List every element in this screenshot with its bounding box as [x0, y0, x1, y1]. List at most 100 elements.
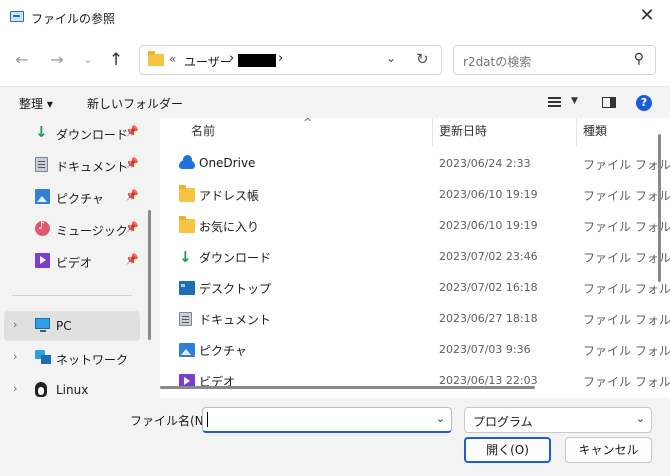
- expand-chevron-icon[interactable]: ›: [13, 318, 17, 331]
- up-arrow-icon[interactable]: ↑: [104, 48, 128, 72]
- filename-history-chevron-icon[interactable]: ⌄: [436, 412, 445, 425]
- file-type-filter-value: プログラム: [473, 415, 533, 429]
- recent-locations-chevron-icon[interactable]: ⌄: [76, 48, 100, 72]
- sidebar-item-label: ピクチャ: [56, 192, 104, 206]
- sidebar-item-label: Linux: [56, 383, 89, 397]
- dialog-footer: ファイル名(N): ⌄ プログラム ⌄ 開く(O) キャンセル: [0, 398, 670, 476]
- sort-ascending-icon: ^: [303, 118, 313, 129]
- search-box[interactable]: r2datの検索 ⚲: [453, 45, 656, 75]
- table-row[interactable]: お気に入り 2023/06/10 19:19 ファイル フォルダー: [160, 210, 670, 241]
- sidebar-item-documents[interactable]: ドキュメント 📌: [0, 150, 140, 180]
- column-divider[interactable]: [576, 118, 577, 146]
- music-icon: [35, 219, 50, 236]
- forward-arrow-icon[interactable]: →: [45, 48, 69, 72]
- file-name: OneDrive: [199, 156, 256, 170]
- file-name: お気に入り: [199, 220, 260, 234]
- sidebar-item-label: ビデオ: [56, 256, 93, 270]
- cancel-button[interactable]: キャンセル: [565, 437, 652, 463]
- table-row[interactable]: ↓ ダウンロード 2023/07/02 23:46 ファイル フォルダー: [160, 241, 670, 272]
- file-list: 名前 ^ 更新日時 種類 OneDrive 2023/06/24 2:33 ファ…: [160, 118, 670, 398]
- breadcrumb-overflow-icon[interactable]: «: [169, 52, 176, 66]
- file-type-filter-select[interactable]: プログラム ⌄: [464, 407, 652, 433]
- column-header-date[interactable]: 更新日時: [439, 118, 487, 146]
- chevron-down-icon[interactable]: ⌄: [636, 412, 645, 425]
- linux-icon: [35, 382, 47, 397]
- sidebar-item-pictures[interactable]: ピクチャ 📌: [0, 182, 140, 212]
- expand-chevron-icon[interactable]: ›: [13, 382, 17, 395]
- file-name: ピクチャ: [199, 344, 247, 358]
- address-dropdown-icon[interactable]: ⌄: [386, 51, 396, 65]
- file-date: 2023/06/27 18:18: [439, 312, 538, 325]
- sidebar-scrollbar[interactable]: [148, 210, 151, 340]
- file-date: 2023/06/10 19:19: [439, 219, 538, 232]
- pin-icon[interactable]: 📌: [125, 189, 139, 202]
- sidebar-item-label: ネットワーク: [56, 353, 129, 367]
- file-date: 2023/07/03 9:36: [439, 343, 531, 356]
- sidebar-item-label: ミュージック: [56, 224, 128, 238]
- search-input[interactable]: r2datの検索: [463, 53, 531, 70]
- sidebar-item-linux[interactable]: › Linux: [0, 375, 140, 398]
- pin-icon[interactable]: 📌: [125, 125, 139, 138]
- filename-input[interactable]: ⌄: [202, 407, 452, 433]
- table-row[interactable]: ドキュメント 2023/06/27 18:18 ファイル フォルダー: [160, 303, 670, 334]
- filename-label: ファイル名(N):: [130, 414, 213, 428]
- file-name: アドレス帳: [199, 189, 260, 203]
- file-type: ファイル フォルダー: [583, 220, 670, 234]
- breadcrumb-separator-icon[interactable]: ›: [278, 51, 283, 66]
- file-name: デスクトップ: [199, 282, 272, 296]
- view-list-icon[interactable]: [548, 97, 561, 107]
- pc-icon: [35, 318, 50, 332]
- sidebar-item-label: PC: [56, 319, 72, 333]
- window-title: ファイルの参照: [31, 12, 116, 26]
- text-caret: [207, 412, 208, 427]
- command-bar: 整理 ▾ 新しいフォルダー ▼: [0, 86, 670, 118]
- preview-pane-icon[interactable]: [602, 97, 616, 108]
- sidebar-item-network[interactable]: › ネットワーク: [0, 343, 140, 373]
- table-row[interactable]: アドレス帳 2023/06/10 19:19 ファイル フォルダー: [160, 179, 670, 210]
- table-row[interactable]: デスクトップ 2023/07/02 16:18 ファイル フォルダー: [160, 272, 670, 303]
- search-icon[interactable]: ⚲: [634, 51, 644, 67]
- refresh-icon[interactable]: ↻: [416, 50, 429, 68]
- table-row[interactable]: OneDrive 2023/06/24 2:33 ファイル フォルダー: [160, 148, 670, 179]
- address-bar[interactable]: « ユーザー › › ⌄ ↻: [139, 45, 442, 75]
- sidebar-item-downloads[interactable]: ↓ ダウンロード 📌: [0, 118, 140, 148]
- table-row[interactable]: ビデオ 2023/06/13 22:03 ファイル フォルダー: [160, 365, 670, 396]
- sidebar-divider: [12, 295, 132, 296]
- open-button[interactable]: 開く(O): [464, 437, 551, 463]
- back-arrow-icon[interactable]: ←: [10, 48, 34, 72]
- picture-icon: [179, 343, 195, 357]
- organize-menu-button[interactable]: 整理 ▾: [19, 95, 53, 112]
- document-icon: [179, 312, 192, 326]
- column-divider[interactable]: [432, 118, 433, 146]
- file-type: ファイル フォルダー: [583, 251, 670, 265]
- new-folder-button[interactable]: 新しいフォルダー: [87, 95, 183, 112]
- close-icon[interactable]: ✕: [624, 0, 670, 34]
- help-icon[interactable]: ?: [636, 95, 652, 111]
- sidebar-item-label: ダウンロード: [56, 128, 129, 142]
- sidebar-item-pc[interactable]: › PC: [4, 311, 140, 341]
- vertical-scrollbar[interactable]: [658, 134, 661, 282]
- network-icon: [35, 350, 51, 364]
- pin-icon[interactable]: 📌: [125, 253, 139, 266]
- redacted-username[interactable]: [238, 54, 276, 67]
- column-header-type[interactable]: 種類: [583, 118, 607, 146]
- folder-icon: [148, 51, 164, 66]
- file-type: ファイル フォルダー: [583, 189, 670, 203]
- horizontal-scrollbar[interactable]: [160, 386, 535, 389]
- column-header-name[interactable]: 名前: [191, 118, 215, 146]
- file-date: 2023/06/10 19:19: [439, 188, 538, 201]
- file-type: ファイル フォルダー: [583, 375, 670, 389]
- expand-chevron-icon[interactable]: ›: [13, 350, 17, 363]
- breadcrumb-separator-icon[interactable]: ›: [229, 51, 234, 66]
- window-app-icon: [10, 11, 24, 22]
- table-row[interactable]: ピクチャ 2023/07/03 9:36 ファイル フォルダー: [160, 334, 670, 365]
- breadcrumb-users[interactable]: ユーザー: [184, 53, 232, 70]
- view-options-chevron-icon[interactable]: ▼: [571, 96, 578, 106]
- pin-icon[interactable]: 📌: [125, 221, 139, 234]
- pin-icon[interactable]: 📌: [125, 157, 139, 170]
- file-type: ファイル フォルダー: [583, 313, 670, 327]
- sidebar-item-videos[interactable]: ビデオ 📌: [0, 246, 140, 276]
- video-icon: [35, 253, 50, 268]
- sidebar-item-music[interactable]: ミュージック 📌: [0, 214, 140, 244]
- file-date: 2023/06/24 2:33: [439, 157, 531, 170]
